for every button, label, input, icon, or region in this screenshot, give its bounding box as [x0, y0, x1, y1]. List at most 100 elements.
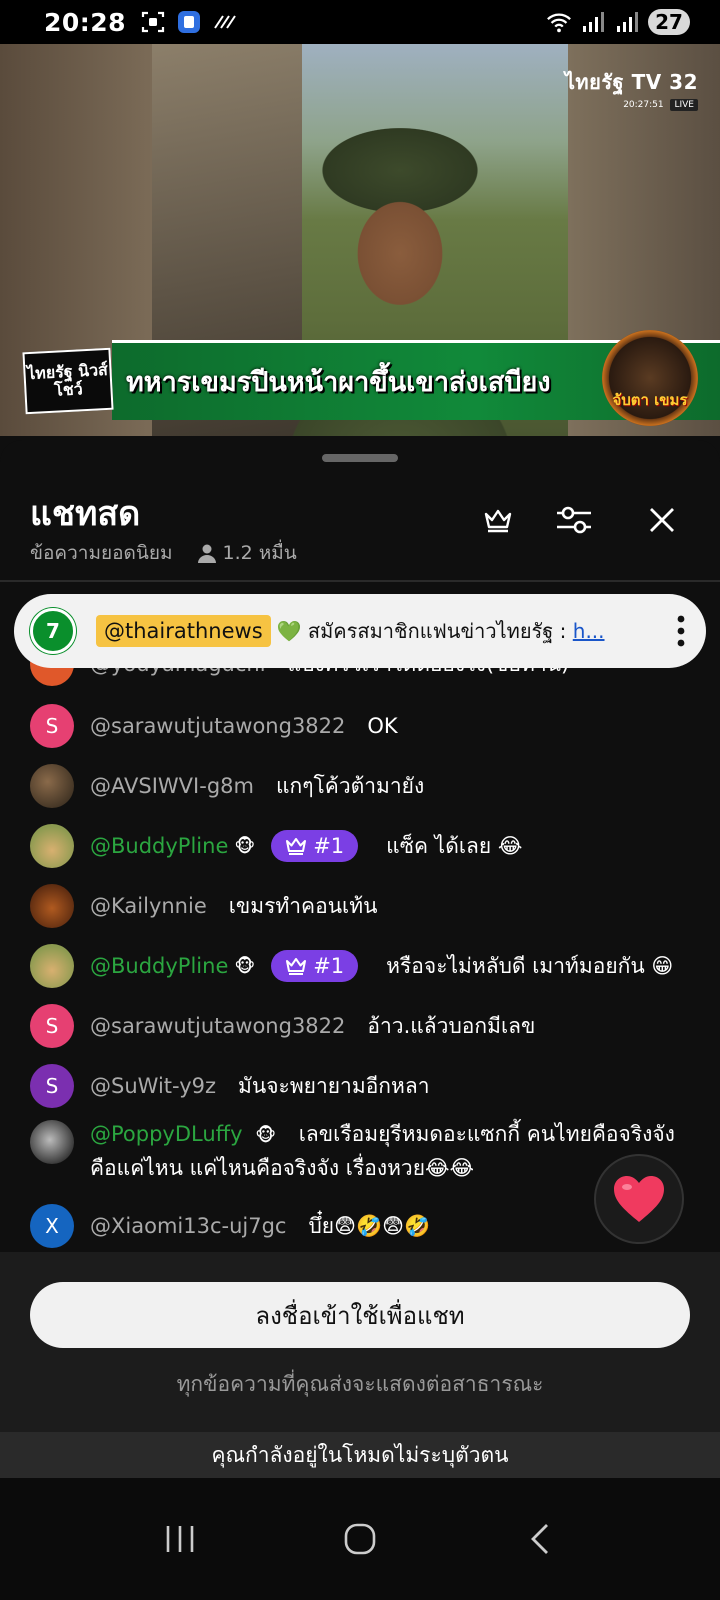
person-icon [197, 544, 216, 563]
avatar: S [30, 704, 74, 748]
viewer-count: 1.2 หมื่น [197, 538, 297, 568]
message-body: @AVSIWVI-g8m แกๆโค้วต้ามายัง [90, 770, 424, 803]
rank-value: #1 [313, 834, 345, 858]
pinned-body: 💚 สมัครสมาชิกแฟนข่าวไทยรัฐ : [276, 619, 573, 643]
chat-message[interactable]: @PoppyDLuffy 🐵 เลขเรือมยุรีหมดอะแซกกี้ ค… [30, 1118, 690, 1184]
message-body: @BuddyPline 🐵 #1 แซ็ค ได้เลย 😂 [90, 830, 522, 863]
incognito-notice: คุณกำลังอยู่ในโหมดไม่ระบุตัวตน [0, 1432, 720, 1478]
crown-icon [286, 958, 307, 975]
pinned-author[interactable]: @thairathnews [96, 615, 271, 647]
app-notification-icon [176, 10, 202, 34]
chat-title: แชทสด [30, 494, 141, 534]
close-icon[interactable] [642, 500, 682, 540]
live-tag: LIVE [670, 99, 698, 111]
battery-indicator: 27 [648, 9, 690, 35]
status-right: 27 [546, 9, 690, 35]
chat-mode-selector[interactable]: ข้อความยอดนิยม [30, 538, 173, 568]
author-name[interactable]: @PoppyDLuffy [90, 1122, 243, 1146]
message-body: @Kailynnie เขมรทำคอนเท้น [90, 890, 377, 923]
message-text: มันจะพยายามอีกหลา [238, 1073, 430, 1098]
chat-message[interactable]: S @SuWit-y9z มันจะพยายามอีกหลา [30, 1064, 690, 1108]
more-vert-icon[interactable] [656, 601, 706, 661]
message-body: @Xiaomi13c-uj7gc บึ๋ย😨🤣😨🤣 [90, 1210, 430, 1243]
avatar [30, 764, 74, 808]
message-text: เขมรทำคอนเท้น [228, 893, 378, 918]
author-name[interactable]: @sarawutjutawong3822 [90, 714, 345, 738]
drag-handle[interactable] [322, 454, 398, 462]
member-badge: 🐵 [255, 1125, 277, 1146]
pinned-link[interactable]: h... [573, 619, 605, 643]
chat-subtitle: ข้อความยอดนิยม 1.2 หมื่น [30, 538, 297, 568]
public-note: ทุกข้อความที่คุณส่งจะแสดงต่อสาธารณะ [176, 1372, 544, 1396]
show-logo: ไทยรัฐ นิวส์โชว์ [22, 347, 114, 415]
author-name[interactable]: @BuddyPline [90, 834, 228, 858]
chat-message[interactable]: S @sarawutjutawong3822 อ้าว.แล้วบอกมีเลข [30, 1004, 690, 1048]
channel-logo: ไทยรัฐ TV 32 20:27:51 LIVE [564, 66, 698, 111]
heart-reaction-button[interactable] [594, 1154, 684, 1244]
pinned-avatar: 7 [30, 608, 76, 654]
filter-icon[interactable] [554, 500, 594, 540]
author-name[interactable]: @Xiaomi13c-uj7gc [90, 1214, 286, 1238]
avatar [30, 824, 74, 868]
message-text: OK [367, 714, 398, 738]
chat-message[interactable]: @BuddyPline 🐵 #1 หรือจะไม่หลับดี เมาท์มอ… [30, 944, 690, 988]
message-body: @sarawutjutawong3822 OK [90, 714, 398, 738]
screenshot-icon [140, 10, 166, 34]
author-name[interactable]: @SuWit-y9z [90, 1074, 216, 1098]
author-name[interactable]: @sarawutjutawong3822 [90, 1014, 345, 1038]
message-text: แซ็ค ได้เลย 😂 [386, 833, 523, 858]
crown-icon[interactable] [478, 500, 518, 540]
message-text: อ้าว.แล้วบอกมีเลข [367, 1013, 536, 1038]
heart-icon [614, 1176, 664, 1222]
back-icon[interactable] [510, 1509, 570, 1569]
chat-message[interactable]: X @Xiaomi13c-uj7gc บึ๋ย😨🤣😨🤣 [30, 1204, 690, 1248]
notification-icons [140, 10, 238, 34]
system-nav-bar [0, 1478, 720, 1600]
author-name[interactable]: @Kailynnie [90, 894, 207, 918]
rank-badge: #1 [271, 950, 359, 982]
viewer-count-value: 1.2 หมื่น [222, 542, 297, 564]
header-divider [0, 580, 720, 582]
signin-to-chat-button[interactable]: ลงชื่อเข้าใช้เพื่อแชท [30, 1282, 690, 1348]
message-text: บึ๋ย😨🤣😨🤣 [308, 1213, 431, 1238]
avatar [30, 944, 74, 988]
crown-icon [286, 838, 307, 855]
message-body: @sarawutjutawong3822 อ้าว.แล้วบอกมีเลข [90, 1010, 535, 1043]
status-time: 20:28 [44, 7, 127, 37]
pinned-message[interactable]: 7 @thairathnews 💚 สมัครสมาชิกแฟนข่าวไทยร… [14, 594, 706, 668]
chat-message[interactable]: @BuddyPline 🐵 #1 แซ็ค ได้เลย 😂 [30, 824, 690, 868]
avatar: S [30, 1004, 74, 1048]
rank-badge: #1 [271, 830, 359, 862]
avatar [30, 884, 74, 928]
rank-value: #1 [313, 954, 345, 978]
data-saver-icon [212, 10, 238, 34]
status-bar: 20:28 27 [0, 0, 720, 44]
message-text: หรือจะไม่หลับดี เมาท์มอยกัน 😁 [386, 953, 674, 978]
recents-icon[interactable] [150, 1509, 210, 1569]
chat-message[interactable]: S @sarawutjutawong3822 OK [30, 704, 690, 748]
channel-time: 20:27:51 [623, 100, 664, 110]
avatar [30, 1120, 74, 1164]
chat-input-area: ลงชื่อเข้าใช้เพื่อแชท ทุกข้อความที่คุณส่… [0, 1252, 720, 1432]
channel-name: ไทยรัฐ TV 32 [564, 70, 698, 94]
chat-message[interactable]: @Kailynnie เขมรทำคอนเท้น [30, 884, 690, 928]
avatar: X [30, 1204, 74, 1248]
channel-clock: 20:27:51 LIVE [565, 99, 698, 111]
message-body: @SuWit-y9z มันจะพยายามอีกหลา [90, 1070, 430, 1103]
message-text: แกๆโค้วต้ามายัง [275, 773, 425, 798]
live-chat-panel: แชทสด ข้อความยอดนิยม 1.2 หมื่น 7 @thaira… [0, 440, 720, 1510]
video-player[interactable]: ไทยรัฐ TV 32 20:27:51 LIVE ทหารเขมรปีนหน… [0, 44, 720, 436]
author-name[interactable]: @AVSIWVI-g8m [90, 774, 254, 798]
segment-badge: จับตา เขมร [602, 330, 698, 426]
home-icon[interactable] [330, 1509, 390, 1569]
message-body: @BuddyPline 🐵 #1 หรือจะไม่หลับดี เมาท์มอ… [90, 950, 673, 983]
pinned-text: 💚 สมัครสมาชิกแฟนข่าวไทยรัฐ : h... [277, 615, 656, 647]
wifi-icon [546, 10, 572, 34]
headline-text: ทหารเขมรปีนหน้าผาขึ้นเขาส่งเสบียง [126, 367, 551, 398]
signal-icon-2 [614, 10, 640, 34]
member-badge: 🐵 [234, 955, 256, 977]
avatar: S [30, 1064, 74, 1108]
author-name[interactable]: @BuddyPline [90, 954, 228, 978]
member-badge: 🐵 [234, 835, 256, 857]
chat-message[interactable]: @AVSIWVI-g8m แกๆโค้วต้ามายัง [30, 764, 690, 808]
